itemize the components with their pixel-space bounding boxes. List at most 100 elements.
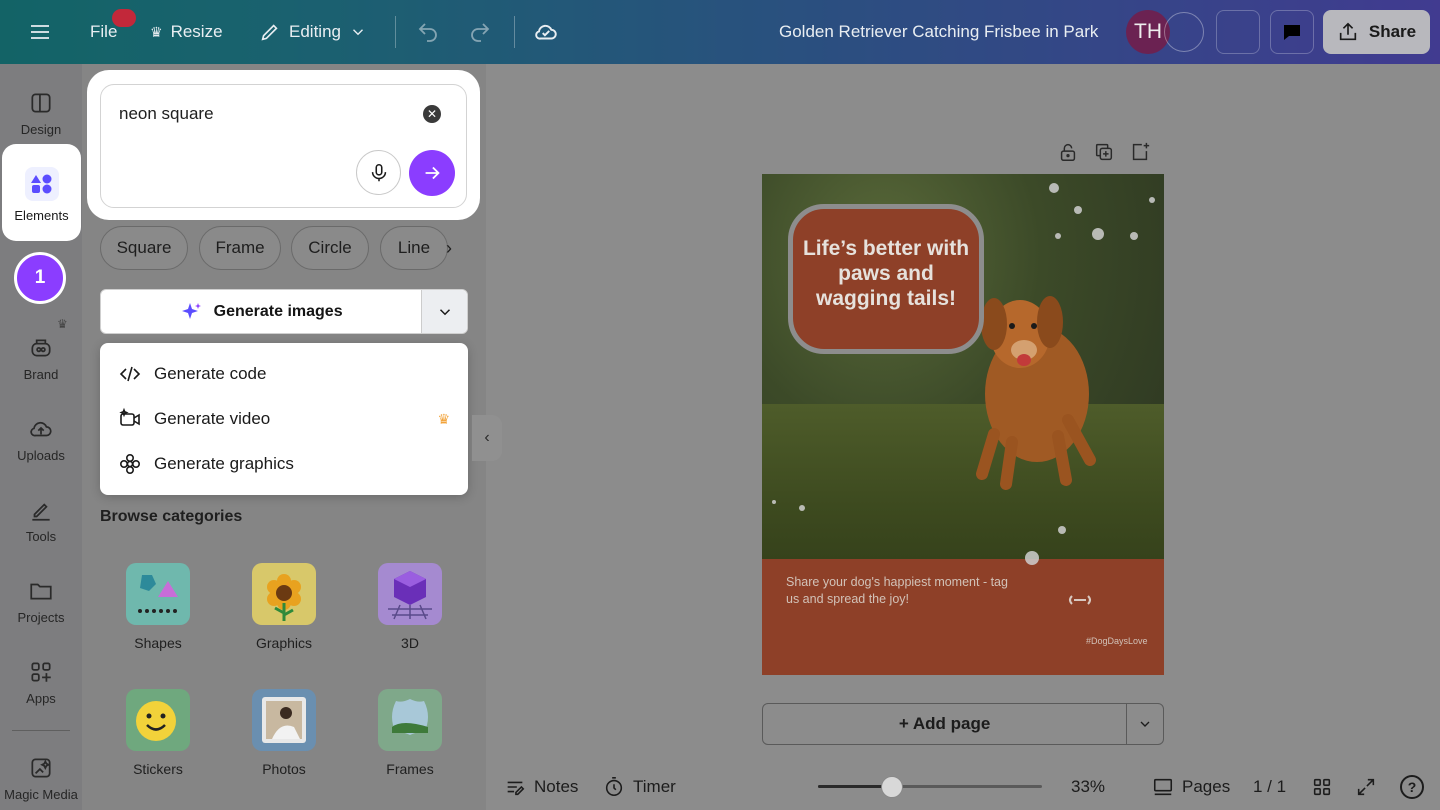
timer-icon xyxy=(605,777,623,797)
layout-icon xyxy=(31,93,51,113)
avatar-initials: TH xyxy=(1134,20,1162,43)
rail-divider xyxy=(12,730,70,731)
rail-item-brand[interactable]: Brand ♛ xyxy=(0,317,82,382)
search-box[interactable] xyxy=(100,84,467,208)
menu-button[interactable] xyxy=(28,0,52,64)
share-label: Share xyxy=(1368,22,1417,41)
add-page-icon[interactable] xyxy=(1129,140,1151,164)
timer-label: Timer xyxy=(633,777,676,796)
notes-button[interactable]: Notes xyxy=(504,774,578,800)
rail-item-design[interactable]: Design xyxy=(0,90,82,137)
editing-label: Editing xyxy=(289,22,341,41)
rail-label: Brand xyxy=(23,367,59,382)
graphics-thumbnail xyxy=(252,563,316,625)
pages-icon xyxy=(1153,778,1173,796)
top-bar-content: File ♛ Resize Editing Golden Retriever C… xyxy=(0,0,1440,64)
photos-thumbnail xyxy=(252,689,316,751)
grid-view-icon xyxy=(1313,778,1331,796)
page-indicator-text: 1 / 1 xyxy=(1253,777,1287,796)
category-frames[interactable]: Frames xyxy=(355,689,465,777)
hamburger-icon xyxy=(31,25,49,39)
lock-icon[interactable] xyxy=(1057,140,1079,164)
shapes-thumbnail xyxy=(126,563,190,625)
rail-item-apps[interactable]: Apps xyxy=(0,659,82,706)
chip-label: Frame xyxy=(215,238,265,257)
insights-button[interactable] xyxy=(1216,10,1260,54)
zoom-level[interactable]: 33% xyxy=(1071,774,1105,800)
rail-item-uploads[interactable]: Uploads xyxy=(0,416,82,463)
suggestion-chip[interactable]: Frame xyxy=(199,226,281,270)
file-menu[interactable]: File xyxy=(90,0,117,64)
rail-label: Design xyxy=(20,122,62,137)
resize-button[interactable]: ♛ Resize xyxy=(150,0,223,64)
crown-icon: ♛ xyxy=(150,23,163,40)
redo-button[interactable] xyxy=(468,0,492,64)
duplicate-page-icon[interactable] xyxy=(1093,140,1115,164)
editing-dropdown[interactable]: Editing xyxy=(259,0,367,64)
search-input[interactable]: neon square xyxy=(119,104,214,124)
category-label: Frames xyxy=(386,761,434,777)
apps-icon xyxy=(31,662,51,682)
fullscreen-button[interactable] xyxy=(1355,774,1377,800)
save-status-button[interactable] xyxy=(533,0,559,64)
sparkle-icon xyxy=(181,302,201,319)
resize-label: Resize xyxy=(170,22,223,41)
comment-icon xyxy=(1284,25,1300,40)
page-toolbar xyxy=(1057,140,1151,166)
suggestion-chip[interactable]: Circle xyxy=(291,226,369,270)
category-3d[interactable]: 3D xyxy=(355,563,465,651)
menu-item-generate-video[interactable]: Generate video ♛ xyxy=(118,405,450,433)
suggestion-chip[interactable]: Square xyxy=(100,226,188,270)
comments-button[interactable] xyxy=(1270,10,1314,54)
folder-icon xyxy=(30,583,52,600)
category-shapes[interactable]: Shapes xyxy=(103,563,213,651)
zoom-value: 33% xyxy=(1071,777,1106,796)
generate-split-button: Generate images xyxy=(100,289,468,334)
add-page-dropdown[interactable] xyxy=(1126,704,1163,744)
generate-options-dropdown[interactable] xyxy=(421,290,467,333)
rail-item-magic-media[interactable]: Magic Media xyxy=(0,755,82,810)
category-label: Shapes xyxy=(134,635,182,651)
clear-search-button[interactable]: ✕ xyxy=(423,105,441,123)
category-label: Graphics xyxy=(255,635,313,651)
notification-badge xyxy=(112,9,136,27)
category-stickers[interactable]: Stickers xyxy=(103,689,213,777)
rail-item-projects[interactable]: Projects xyxy=(0,578,82,625)
add-collaborator-button[interactable] xyxy=(1164,12,1204,52)
grid-view-button[interactable] xyxy=(1311,774,1333,800)
magic-media-icon xyxy=(31,758,51,778)
arrow-right-icon xyxy=(425,166,440,180)
help-icon: ? xyxy=(1400,775,1424,799)
zoom-slider-handle[interactable] xyxy=(880,776,903,798)
category-label: 3D xyxy=(401,635,419,651)
share-button[interactable]: Share xyxy=(1323,10,1430,54)
design-page[interactable]: Life’s better with paws and wagging tail… xyxy=(762,174,1164,675)
menu-item-label: Generate graphics xyxy=(154,454,294,473)
menu-item-label: Generate video xyxy=(154,409,271,428)
rail-item-tools[interactable]: Tools xyxy=(0,497,82,544)
category-graphics[interactable]: Graphics xyxy=(229,563,339,651)
add-page-label: + Add page xyxy=(898,714,991,733)
undo-button[interactable] xyxy=(416,0,440,64)
document-title[interactable]: Golden Retriever Catching Frisbee in Par… xyxy=(779,0,1098,64)
chevron-right-icon[interactable]: › xyxy=(446,238,452,259)
share-icon xyxy=(1339,22,1357,41)
help-button[interactable]: ? xyxy=(1400,774,1424,800)
menu-item-generate-code[interactable]: Generate code xyxy=(118,360,450,388)
category-photos[interactable]: Photos xyxy=(229,689,339,777)
divider xyxy=(395,16,396,48)
generate-images-button[interactable]: Generate images xyxy=(101,290,421,333)
pages-label: Pages xyxy=(1182,777,1231,796)
collapse-panel-button[interactable]: ‹ xyxy=(472,415,502,461)
timer-button[interactable]: Timer xyxy=(603,774,676,800)
cloud-upload-icon xyxy=(30,421,52,437)
suggestion-chip[interactable]: Line xyxy=(380,226,448,270)
submit-search-button[interactable] xyxy=(409,150,455,196)
generate-menu: Generate code Generate video ♛ Generate … xyxy=(100,343,468,495)
menu-item-generate-graphics[interactable]: Generate graphics xyxy=(118,450,450,478)
add-page-button[interactable]: + Add page xyxy=(763,704,1126,744)
browse-categories-title: Browse categories xyxy=(100,508,243,525)
voice-input-button[interactable] xyxy=(356,150,401,195)
pages-button[interactable]: Pages xyxy=(1152,774,1230,800)
rail-item-elements[interactable]: Elements xyxy=(2,144,81,241)
